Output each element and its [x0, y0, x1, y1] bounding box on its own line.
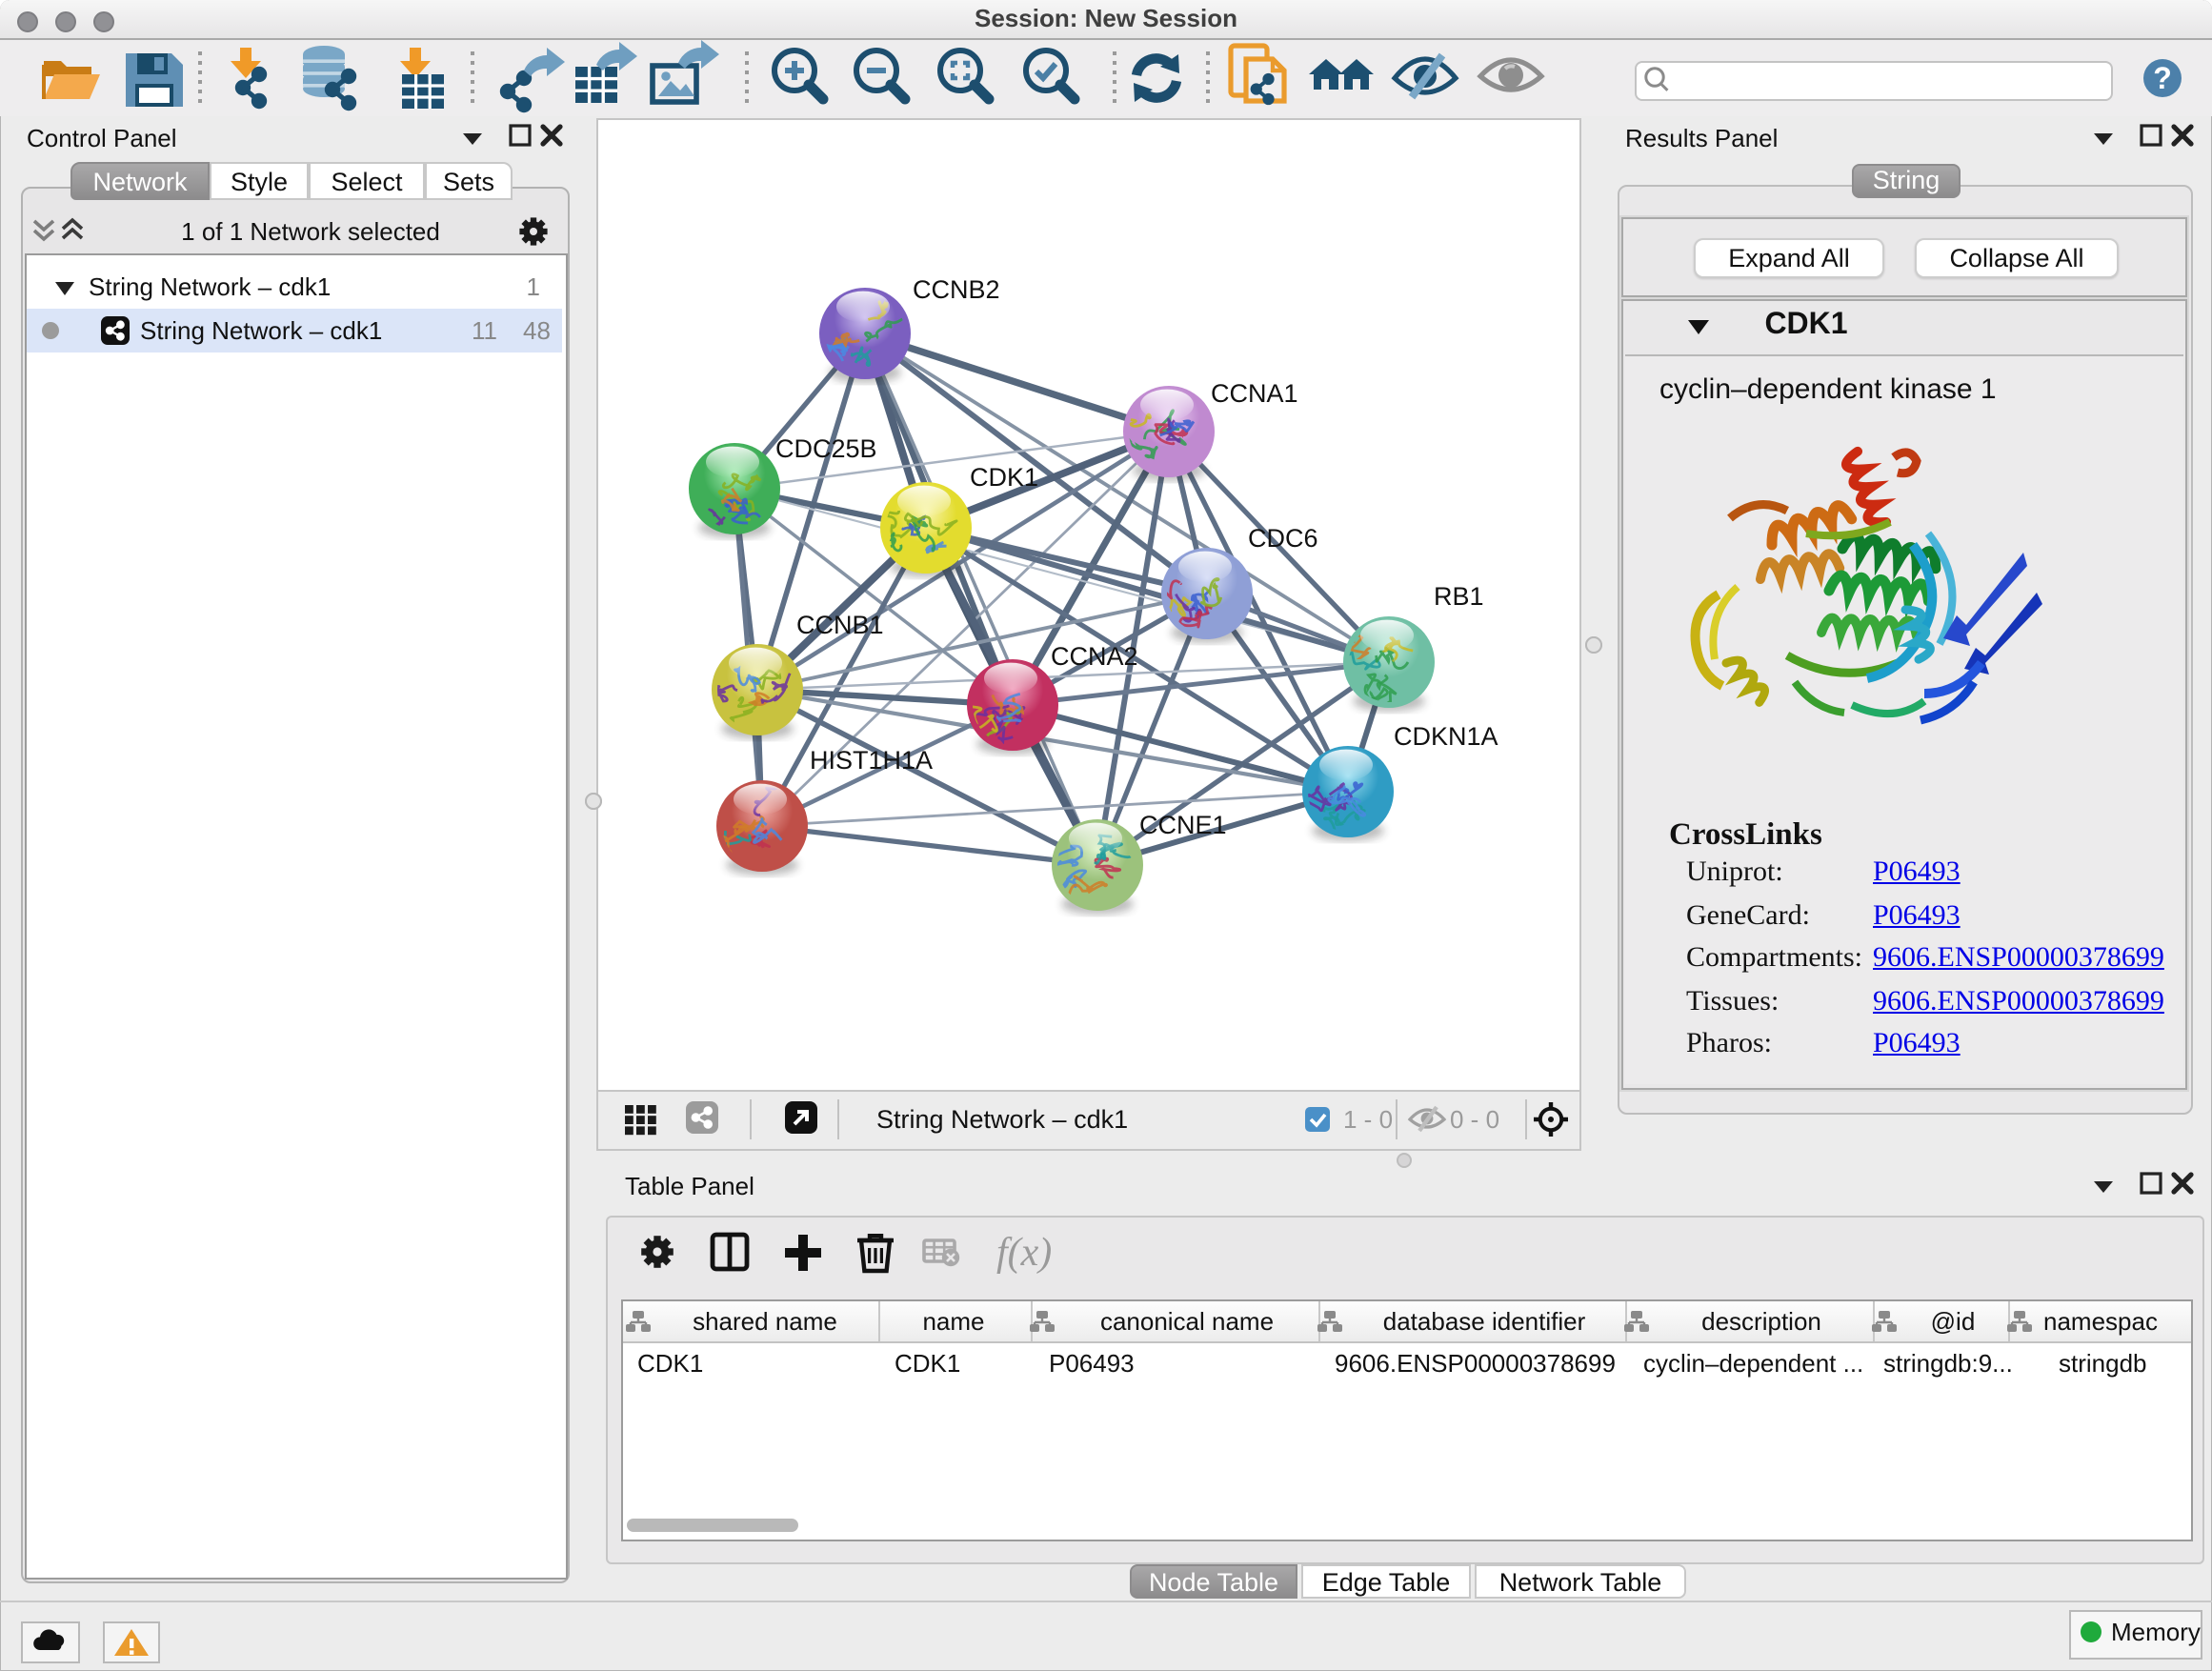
svg-text:?: ?	[2153, 61, 2172, 95]
svg-text:CDK1: CDK1	[970, 463, 1038, 492]
svg-text:CCNB1: CCNB1	[796, 611, 884, 639]
svg-text:CCNA2: CCNA2	[1051, 642, 1138, 671]
svg-text:1 - 0: 1 - 0	[1343, 1105, 1393, 1134]
svg-text:f(x): f(x)	[996, 1231, 1052, 1275]
svg-text:CCNA1: CCNA1	[1211, 379, 1298, 408]
svg-text:CDC6: CDC6	[1248, 524, 1318, 553]
svg-text:CCNB2: CCNB2	[913, 275, 1000, 304]
svg-text:RB1: RB1	[1434, 582, 1484, 611]
svg-text:1 of 1 Network selected: 1 of 1 Network selected	[181, 217, 440, 246]
svg-text:HIST1H1A: HIST1H1A	[810, 746, 933, 775]
svg-text:String Network – cdk1: String Network – cdk1	[876, 1105, 1128, 1134]
svg-text:CCNE1: CCNE1	[1139, 811, 1227, 839]
svg-text:0 - 0: 0 - 0	[1450, 1105, 1499, 1134]
svg-text:CDKN1A: CDKN1A	[1394, 722, 1498, 751]
svg-text:CDC25B: CDC25B	[775, 434, 877, 463]
